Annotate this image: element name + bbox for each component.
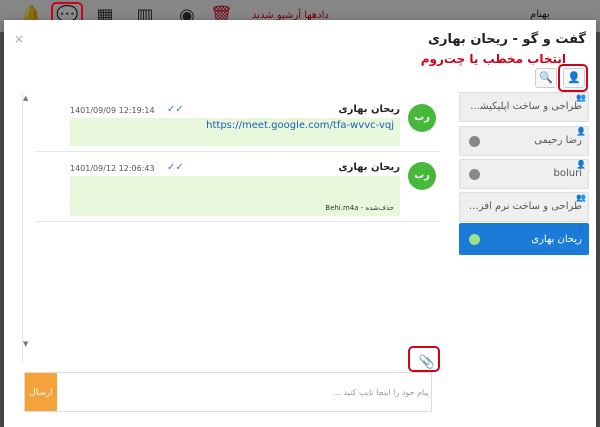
search-button[interactable]: 🔍 bbox=[535, 68, 557, 88]
close-icon[interactable]: × bbox=[14, 32, 24, 46]
status-dot bbox=[469, 136, 480, 147]
contacts-sidebar: 👤 🔍 👥 طراحی و ساخت اپلیکیشن ... 👤 رضا رح… bbox=[459, 68, 589, 408]
sidebar-item-boluri[interactable]: 👤 boluri bbox=[459, 159, 589, 189]
contacts-highlight bbox=[558, 64, 588, 92]
message-bubble: https://meet.google.com/tfa-wvvc-vqj bbox=[70, 118, 400, 146]
sidebar-item-label: طراحی و ساخت نرم افزار و... bbox=[459, 201, 582, 212]
scroll-up-icon[interactable]: ▲ bbox=[23, 94, 28, 102]
avatar: رب bbox=[408, 162, 436, 190]
user-icon: 👤 bbox=[576, 224, 586, 233]
message-list[interactable]: ▲ ▼ رب ریحان بهاری ✓✓ 1401/09/09 12:19:1… bbox=[22, 92, 442, 362]
sidebar-item-label: ریحان بهاری bbox=[531, 234, 582, 245]
sidebar-item-label: طراحی و ساخت اپلیکیشن ... bbox=[459, 101, 582, 112]
message-sender: ریحان بهاری bbox=[338, 104, 400, 115]
message-input[interactable] bbox=[65, 377, 429, 407]
sidebar-item-reyhan[interactable]: 👤 ریحان بهاری bbox=[459, 223, 589, 255]
message-link[interactable]: https://meet.google.com/tfa-wvvc-vqj bbox=[206, 120, 394, 131]
message-item: رب ریحان بهاری ✓✓ 1401/09/12 12:06:43 Be… bbox=[35, 154, 440, 222]
dialog-title: گفت و گو - ریحان بهاری bbox=[428, 32, 586, 47]
group-icon: 👥 bbox=[576, 193, 586, 202]
sidebar-item-label: رضا رحیمی bbox=[534, 135, 582, 146]
double-check-icon: ✓✓ bbox=[167, 162, 184, 173]
sidebar-item-reza[interactable]: 👤 رضا رحیمی bbox=[459, 126, 589, 156]
scroll-down-icon[interactable]: ▼ bbox=[23, 340, 28, 348]
message-item: رب ریحان بهاری ✓✓ 1401/09/09 12:19:14 ht… bbox=[35, 96, 440, 152]
chat-dialog: × گفت و گو - ریحان بهاری انتخاب مخطب یا … bbox=[4, 20, 596, 427]
send-button[interactable]: ارسال bbox=[25, 373, 57, 411]
avatar: رب bbox=[408, 104, 436, 132]
sidebar-item-group-software[interactable]: 👥 طراحی و ساخت نرم افزار و... bbox=[459, 192, 589, 222]
message-time: 1401/09/12 12:06:43 bbox=[70, 164, 155, 173]
file-note: Behi.m4a - حذف‌شده bbox=[325, 204, 394, 212]
double-check-icon: ✓✓ bbox=[167, 104, 184, 115]
message-sender: ریحان بهاری bbox=[338, 162, 400, 173]
message-bubble: Behi.m4a - حذف‌شده bbox=[70, 176, 400, 216]
status-dot bbox=[469, 169, 480, 180]
sidebar-item-label: boluri bbox=[553, 168, 582, 179]
message-time: 1401/09/09 12:19:14 bbox=[70, 106, 155, 115]
attach-highlight bbox=[408, 346, 440, 372]
user-icon: 👤 bbox=[576, 160, 586, 169]
annotation-text: انتخاب مخطب یا چت‌روم bbox=[420, 52, 566, 66]
sidebar-item-group-app[interactable]: 👥 طراحی و ساخت اپلیکیشن ... bbox=[459, 92, 589, 122]
status-dot bbox=[469, 234, 480, 245]
search-icon: 🔍 bbox=[539, 71, 553, 84]
compose-box: ارسال bbox=[24, 372, 432, 412]
user-icon: 👤 bbox=[576, 127, 586, 136]
group-icon: 👥 bbox=[576, 93, 586, 102]
